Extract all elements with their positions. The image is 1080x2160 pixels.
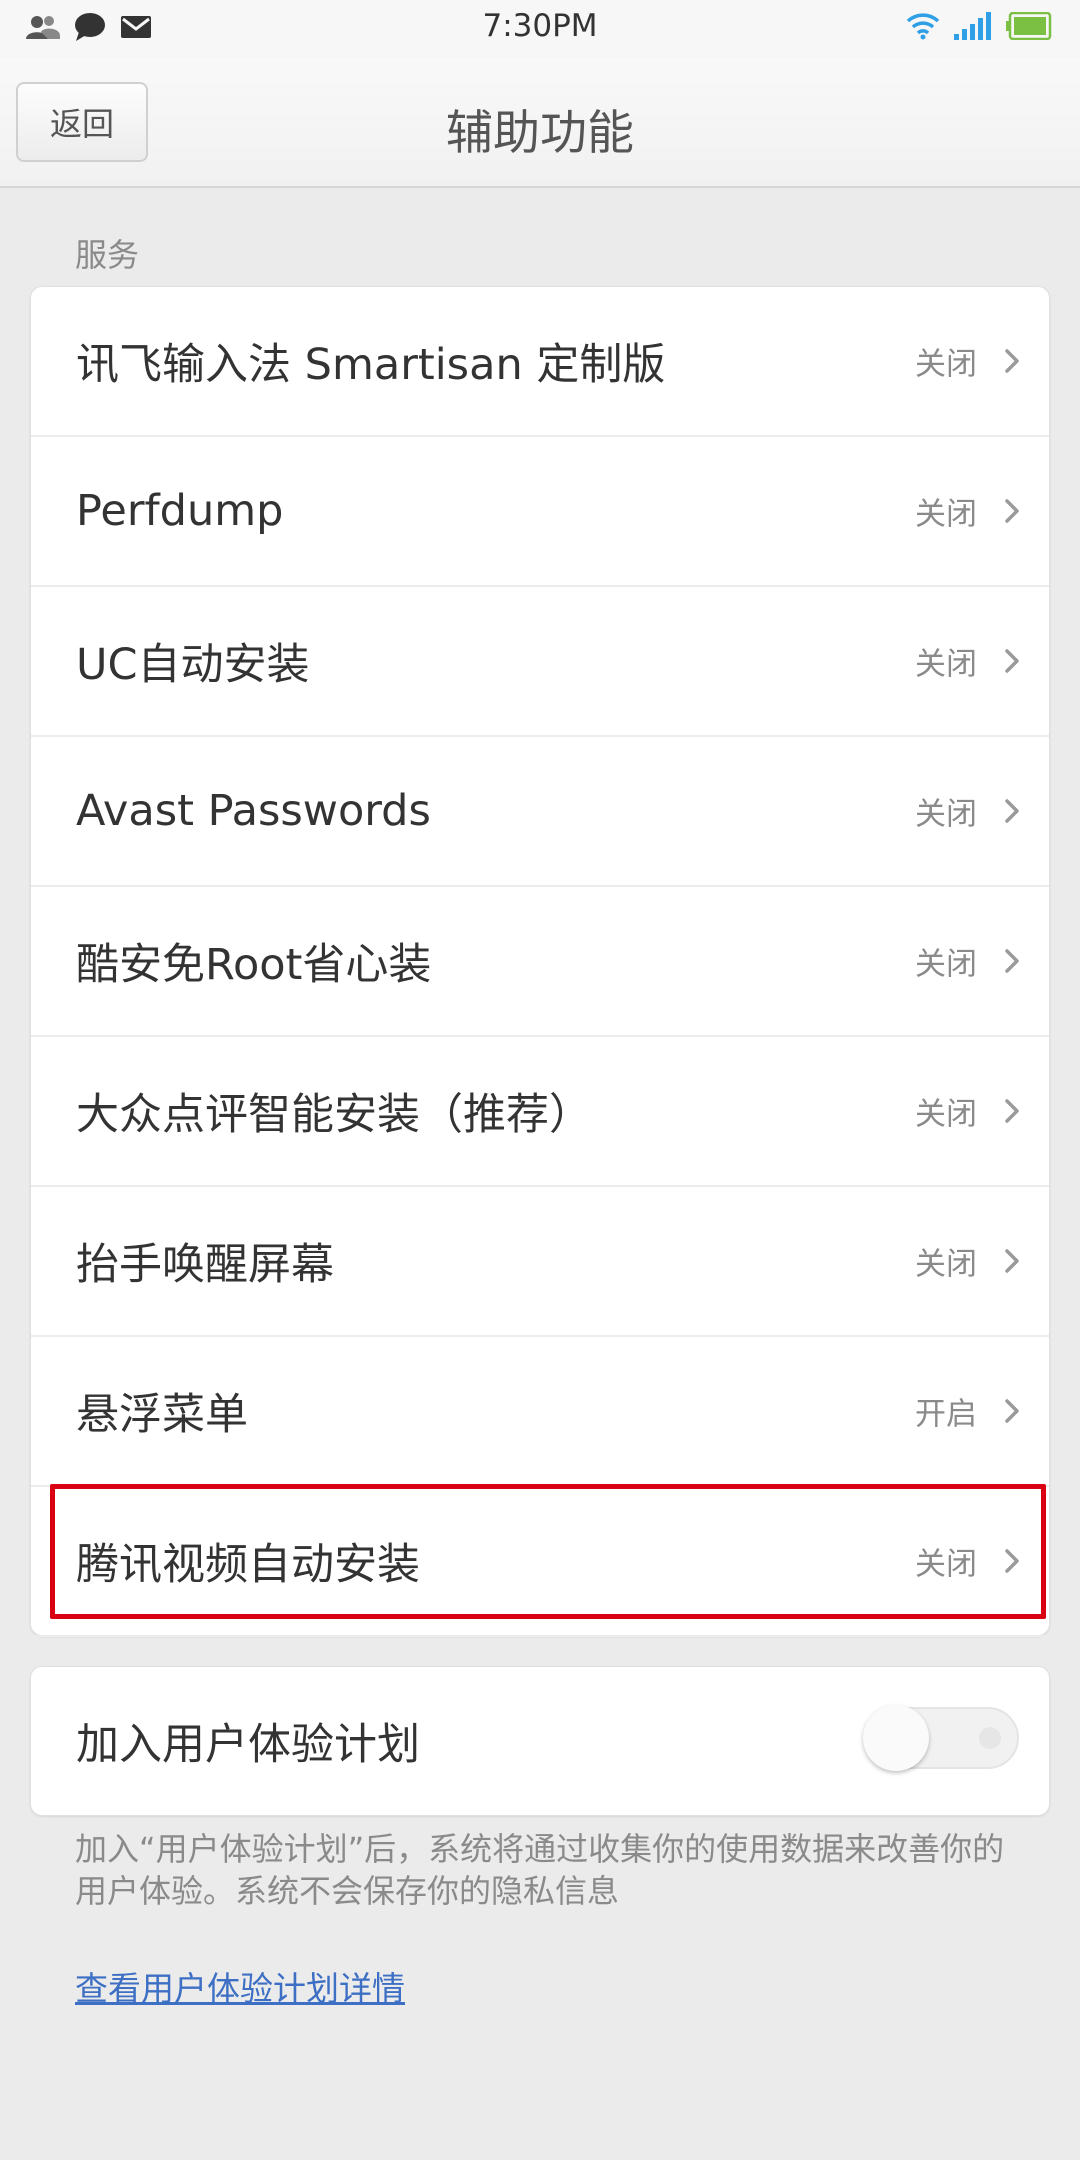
service-status: 关闭 <box>915 346 977 383</box>
service-row-raise-to-wake[interactable]: 抬手唤醒屏幕 关闭 <box>31 1187 1049 1337</box>
toggle-knob[interactable] <box>863 1705 929 1771</box>
chevron-right-icon <box>1005 949 1019 973</box>
ux-plan-toggle[interactable] <box>863 1705 1019 1771</box>
ux-plan-card: 加入用户体验计划 <box>30 1666 1050 1816</box>
wifi-icon <box>906 12 940 44</box>
service-status: 关闭 <box>915 946 977 983</box>
chevron-right-icon <box>1005 649 1019 673</box>
service-row-tencent-video[interactable]: 腾讯视频自动安装 关闭 <box>31 1487 1049 1637</box>
service-status: 关闭 <box>915 796 977 833</box>
service-label: UC自动安装 <box>76 640 310 690</box>
service-status: 开启 <box>915 1396 977 1433</box>
service-label: 悬浮菜单 <box>76 1390 248 1440</box>
service-status: 关闭 <box>915 1246 977 1283</box>
toggle-indicator <box>979 1727 1001 1749</box>
service-status: 关闭 <box>915 1546 977 1583</box>
service-row-dianping[interactable]: 大众点评智能安装（推荐） 关闭 <box>31 1037 1049 1187</box>
ux-plan-details-link[interactable]: 查看用户体验计划详情 <box>75 1962 405 2010</box>
chevron-right-icon <box>1005 1549 1019 1573</box>
service-label: 讯飞输入法 Smartisan 定制版 <box>76 340 666 390</box>
service-status: 关闭 <box>915 646 977 683</box>
chevron-right-icon <box>1005 799 1019 823</box>
battery-icon <box>1006 11 1052 44</box>
section-header-services: 服务 <box>75 236 140 274</box>
chevron-right-icon <box>1005 1099 1019 1123</box>
chevron-right-icon <box>1005 349 1019 373</box>
chevron-right-icon <box>1005 499 1019 523</box>
service-label: 腾讯视频自动安装 <box>76 1540 420 1590</box>
chevron-right-icon <box>1005 1249 1019 1273</box>
ux-plan-label: 加入用户体验计划 <box>76 1720 420 1770</box>
services-list: 讯飞输入法 Smartisan 定制版 关闭 Perfdump 关闭 UC自动安… <box>30 286 1050 1637</box>
service-label: 酷安免Root省心装 <box>76 940 432 990</box>
service-row-iflytek[interactable]: 讯飞输入法 Smartisan 定制版 关闭 <box>31 287 1049 437</box>
chevron-right-icon <box>1005 1399 1019 1423</box>
signal-icon <box>954 12 992 44</box>
service-row-coolapk[interactable]: 酷安免Root省心装 关闭 <box>31 887 1049 1037</box>
page-title: 辅助功能 <box>446 106 634 161</box>
service-row-uc-auto-install[interactable]: UC自动安装 关闭 <box>31 587 1049 737</box>
service-label: Avast Passwords <box>76 786 431 836</box>
service-row-avast-passwords[interactable]: Avast Passwords 关闭 <box>31 737 1049 887</box>
service-row-perfdump[interactable]: Perfdump 关闭 <box>31 437 1049 587</box>
service-label: 大众点评智能安装（推荐） <box>76 1090 592 1140</box>
navigation-bar: 返回 辅助功能 <box>0 58 1080 188</box>
service-status: 关闭 <box>915 496 977 533</box>
service-label: Perfdump <box>76 486 284 536</box>
ux-plan-description: 加入“用户体验计划”后，系统将通过收集你的使用数据来改善你的用户体验。系统不会保… <box>75 1830 1005 1910</box>
service-row-floating-menu[interactable]: 悬浮菜单 开启 <box>31 1337 1049 1487</box>
status-bar: 7:30PM <box>0 0 1080 58</box>
service-status: 关闭 <box>915 1096 977 1133</box>
service-label: 抬手唤醒屏幕 <box>76 1240 334 1290</box>
